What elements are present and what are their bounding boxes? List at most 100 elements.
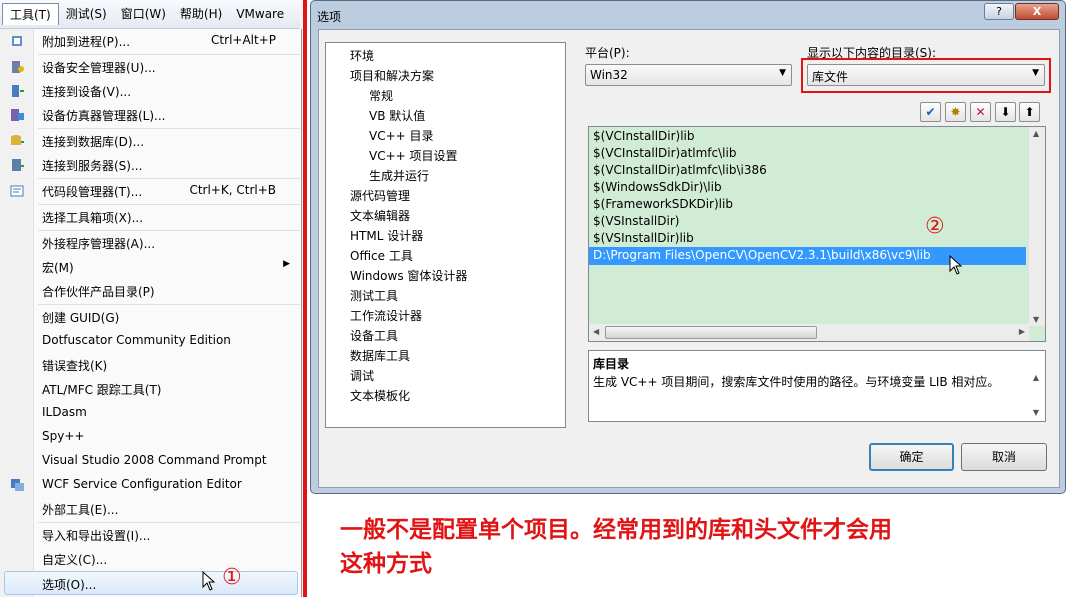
screenshot-root: 工具(T) 测试(S) 窗口(W) 帮助(H) VMware 附加到进程(P).…	[0, 0, 1066, 597]
scroll-thumb[interactable]	[605, 326, 817, 339]
help-button[interactable]: ?	[984, 3, 1014, 20]
menu-item-ildasm[interactable]: ILDasm	[0, 401, 300, 425]
tree-node-html-designer[interactable]: HTML 设计器	[350, 227, 423, 244]
scroll-up-icon[interactable]: ▲	[1033, 373, 1039, 382]
menu-item-external-tools[interactable]: 外部工具(E)...	[0, 497, 300, 521]
tree-node-projects-solutions[interactable]: 项目和解决方案	[350, 67, 434, 84]
tree-node-build-run[interactable]: 生成并运行	[369, 167, 429, 184]
apply-check-button[interactable]: ✔	[920, 102, 941, 122]
tree-node-device-tools[interactable]: 设备工具	[350, 327, 398, 344]
menu-item-label: 设备仿真器管理器(L)...	[42, 109, 166, 123]
menu-item-choose-toolbox[interactable]: 选择工具箱项(X)...	[0, 205, 300, 229]
list-vertical-scrollbar[interactable]: ▲ ▼	[1028, 127, 1045, 326]
menu-item-connect-device[interactable]: 连接到设备(V)...	[0, 79, 300, 103]
move-down-button[interactable]: ⬇	[995, 102, 1016, 122]
menu-item-addin-manager[interactable]: 外接程序管理器(A)...	[0, 231, 300, 255]
tree-node-vc-directories[interactable]: VC++ 目录	[369, 127, 434, 144]
list-horizontal-scrollbar[interactable]: ◀ ▶	[589, 324, 1029, 341]
code-snippet-icon	[10, 185, 24, 197]
scroll-up-icon[interactable]: ▲	[1033, 129, 1039, 138]
menu-item-label: Spy++	[42, 429, 85, 443]
menu-item-label: 连接到数据库(D)...	[42, 135, 145, 149]
tree-node-debugging[interactable]: 调试	[350, 367, 374, 384]
platform-label: 平台(P):	[585, 46, 630, 60]
menu-item-label: 宏(M)	[42, 261, 74, 275]
menu-item-attach-process[interactable]: 附加到进程(P)... Ctrl+Alt+P	[0, 29, 300, 53]
menu-item-import-export[interactable]: 导入和导出设置(I)...	[0, 523, 300, 547]
delete-line-button[interactable]: ✕	[970, 102, 991, 122]
description-box: 库目录 生成 VC++ 项目期间，搜索库文件时使用的路径。与环境变量 LIB 相…	[588, 350, 1046, 422]
menu-item-vs-command-prompt[interactable]: Visual Studio 2008 Command Prompt	[0, 449, 300, 473]
platform-select[interactable]: Win32 ▼	[585, 64, 792, 86]
menu-item-create-guid[interactable]: 创建 GUID(G)	[0, 305, 300, 329]
scroll-down-icon[interactable]: ▼	[1033, 408, 1039, 417]
step-marker-2: ②	[925, 214, 945, 239]
tree-node-database-tools[interactable]: 数据库工具	[350, 347, 410, 364]
menu-item-atl-trace[interactable]: ATL/MFC 跟踪工具(T)	[0, 377, 300, 401]
tree-node-text-templating[interactable]: 文本模板化	[350, 387, 410, 404]
menu-item-device-security[interactable]: 设备安全管理器(U)...	[0, 55, 300, 79]
list-item[interactable]: $(FrameworkSDKDir)lib	[593, 197, 733, 211]
list-item[interactable]: $(VCInstallDir)atlmfc\lib\i386	[593, 163, 767, 177]
menu-item-wcf-editor[interactable]: WCF Service Configuration Editor	[0, 473, 300, 497]
tree-node-text-editor[interactable]: 文本编辑器	[350, 207, 410, 224]
tree-node-general[interactable]: 常规	[369, 87, 393, 104]
list-item[interactable]: $(VCInstallDir)atlmfc\lib	[593, 146, 736, 160]
connect-device-icon	[12, 85, 24, 97]
menu-item-macros[interactable]: 宏(M) ▶	[0, 255, 300, 279]
menu-item-options[interactable]: 选项(O)...	[4, 571, 298, 595]
menu-item-label: 错误查找(K)	[42, 359, 108, 373]
menu-item-customize[interactable]: 自定义(C)...	[0, 547, 300, 571]
tree-node-vb-defaults[interactable]: VB 默认值	[369, 107, 425, 124]
directories-select[interactable]: 库文件 ▼	[807, 64, 1045, 86]
device-emulator-icon	[11, 109, 24, 121]
scroll-right-icon[interactable]: ▶	[1019, 327, 1025, 336]
dialog-title: 选项	[317, 10, 342, 24]
menu-item-device-emulator[interactable]: 设备仿真器管理器(L)...	[0, 103, 300, 127]
tree-node-test-tools[interactable]: 测试工具	[350, 287, 398, 304]
list-item[interactable]: $(VCInstallDir)lib	[593, 129, 695, 143]
menu-item-label: ATL/MFC 跟踪工具(T)	[42, 383, 162, 397]
menubar-tools[interactable]: 工具(T)	[2, 3, 59, 25]
menu-item-connect-server[interactable]: 连接到服务器(S)...	[0, 153, 300, 177]
directories-value: 库文件	[812, 70, 849, 84]
menu-item-label: 选项(O)...	[42, 578, 97, 592]
menu-item-shortcut: Ctrl+K, Ctrl+B	[189, 183, 276, 197]
tree-node-windows-forms-designer[interactable]: Windows 窗体设计器	[350, 267, 467, 284]
cancel-button[interactable]: 取消	[961, 443, 1047, 471]
list-item[interactable]: $(VSInstallDir)	[593, 214, 679, 228]
menubar-test[interactable]: 测试(S)	[59, 3, 114, 25]
menu-item-dotfuscator[interactable]: Dotfuscator Community Edition	[0, 329, 300, 353]
move-up-button[interactable]: ⬆	[1019, 102, 1040, 122]
tree-node-vc-project-settings[interactable]: VC++ 项目设置	[369, 147, 458, 164]
menubar-window[interactable]: 窗口(W)	[114, 3, 173, 25]
menu-item-label: 导入和导出设置(I)...	[42, 529, 151, 543]
divider-bar	[303, 0, 307, 597]
menu-item-partner-catalog[interactable]: 合作伙伴产品目录(P)	[0, 279, 300, 303]
tree-node-office-tools[interactable]: Office 工具	[350, 247, 413, 264]
scroll-left-icon[interactable]: ◀	[593, 327, 599, 336]
new-folder-button[interactable]: ✸	[945, 102, 966, 122]
tree-node-environment[interactable]: 环境	[350, 47, 374, 64]
menu-item-connect-database[interactable]: 连接到数据库(D)...	[0, 129, 300, 153]
menu-item-error-lookup[interactable]: 错误查找(K)	[0, 353, 300, 377]
menu-item-label: Visual Studio 2008 Command Prompt	[42, 453, 267, 467]
menubar-vmware[interactable]: VMware	[229, 3, 291, 25]
dialog-body: 环境 项目和解决方案 常规 VB 默认值 VC++ 目录 VC++ 项目设置 生…	[318, 29, 1060, 488]
menu-item-spy[interactable]: Spy++	[0, 425, 300, 449]
list-item[interactable]: $(WindowsSdkDir)\lib	[593, 180, 722, 194]
description-text: 生成 VC++ 项目期间，搜索库文件时使用的路径。与环境变量 LIB 相对应。	[593, 375, 1000, 389]
submenu-arrow-icon: ▶	[283, 259, 290, 269]
ok-button[interactable]: 确定	[869, 443, 954, 471]
menubar-help[interactable]: 帮助(H)	[173, 3, 229, 25]
list-item[interactable]: $(VSInstallDir)lib	[593, 231, 694, 245]
platform-value: Win32	[590, 68, 628, 82]
tree-node-source-control[interactable]: 源代码管理	[350, 187, 410, 204]
caption-line-1: 一般不是配置单个项目。经常用到的库和头文件才会用	[340, 517, 892, 543]
menu-item-code-snippets[interactable]: 代码段管理器(T)... Ctrl+K, Ctrl+B	[0, 179, 300, 203]
scroll-down-icon[interactable]: ▼	[1033, 315, 1039, 324]
close-button[interactable]: X	[1015, 3, 1059, 20]
tree-node-workflow-designer[interactable]: 工作流设计器	[350, 307, 422, 324]
directories-list: $(VCInstallDir)lib $(VCInstallDir)atlmfc…	[588, 126, 1046, 342]
menu-item-label: ILDasm	[42, 405, 87, 419]
